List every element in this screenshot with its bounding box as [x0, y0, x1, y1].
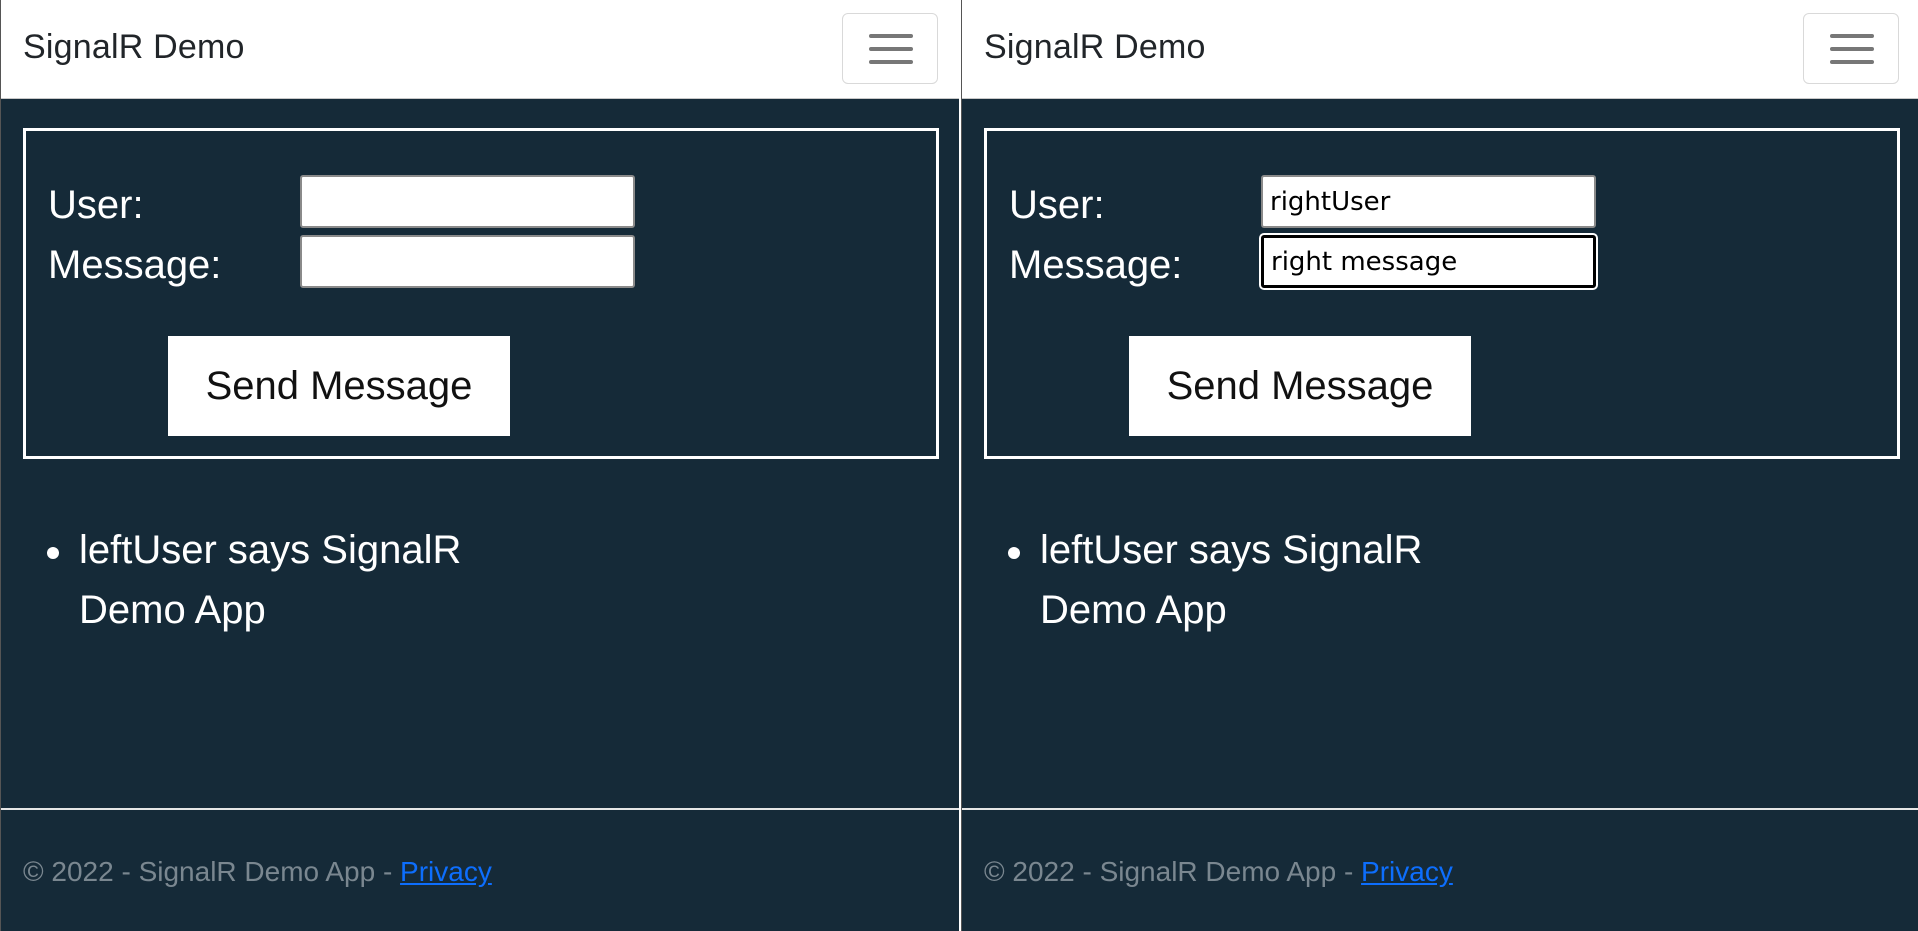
hamburger-menu-icon: [869, 34, 913, 38]
message-label: Message:: [48, 243, 222, 287]
user-label: User:: [1009, 183, 1105, 227]
message-form: User: Message: Send Message: [984, 128, 1900, 459]
messages-list: leftUser says SignalR Demo App: [41, 520, 501, 640]
footer: © 2022 - SignalR Demo App - Privacy: [1, 808, 960, 931]
privacy-link[interactable]: Privacy: [1361, 856, 1453, 887]
footer-text: © 2022 - SignalR Demo App - Privacy: [23, 856, 492, 888]
left-browser-window: SignalR Demo User: Message: Send Message…: [0, 0, 960, 931]
list-item: leftUser says SignalR Demo App: [1002, 520, 1462, 640]
copyright-text: © 2022 - SignalR Demo App -: [23, 856, 401, 887]
hamburger-menu-icon-bar: [869, 47, 913, 51]
footer-text: © 2022 - SignalR Demo App - Privacy: [984, 856, 1453, 888]
user-label: User:: [48, 183, 144, 227]
send-message-button[interactable]: Send Message: [1129, 336, 1471, 436]
hamburger-menu-icon-bar: [1830, 60, 1874, 64]
footer: © 2022 - SignalR Demo App - Privacy: [962, 808, 1918, 931]
list-item: leftUser says SignalR Demo App: [41, 520, 501, 640]
message-input[interactable]: [1261, 235, 1596, 288]
hamburger-menu-icon-bar: [869, 60, 913, 64]
right-browser-window: SignalR Demo User: Message: Send Message…: [961, 0, 1918, 931]
send-message-button[interactable]: Send Message: [168, 336, 510, 436]
user-input[interactable]: [300, 175, 635, 228]
navbar: SignalR Demo: [962, 0, 1918, 99]
hamburger-menu-icon: [1830, 34, 1874, 38]
navbar-toggler-button[interactable]: [1803, 13, 1899, 84]
navbar-toggler-button[interactable]: [842, 13, 938, 84]
message-label: Message:: [1009, 243, 1183, 287]
message-input[interactable]: [300, 235, 635, 288]
privacy-link[interactable]: Privacy: [400, 856, 492, 887]
message-form: User: Message: Send Message: [23, 128, 939, 459]
navbar-brand[interactable]: SignalR Demo: [23, 28, 245, 67]
hamburger-menu-icon-bar: [1830, 47, 1874, 51]
messages-list: leftUser says SignalR Demo App: [1002, 520, 1462, 640]
navbar-brand[interactable]: SignalR Demo: [984, 28, 1206, 67]
user-input[interactable]: [1261, 175, 1596, 228]
navbar: SignalR Demo: [1, 0, 960, 99]
screen: SignalR Demo User: Message: Send Message…: [0, 0, 1918, 931]
copyright-text: © 2022 - SignalR Demo App -: [984, 856, 1362, 887]
